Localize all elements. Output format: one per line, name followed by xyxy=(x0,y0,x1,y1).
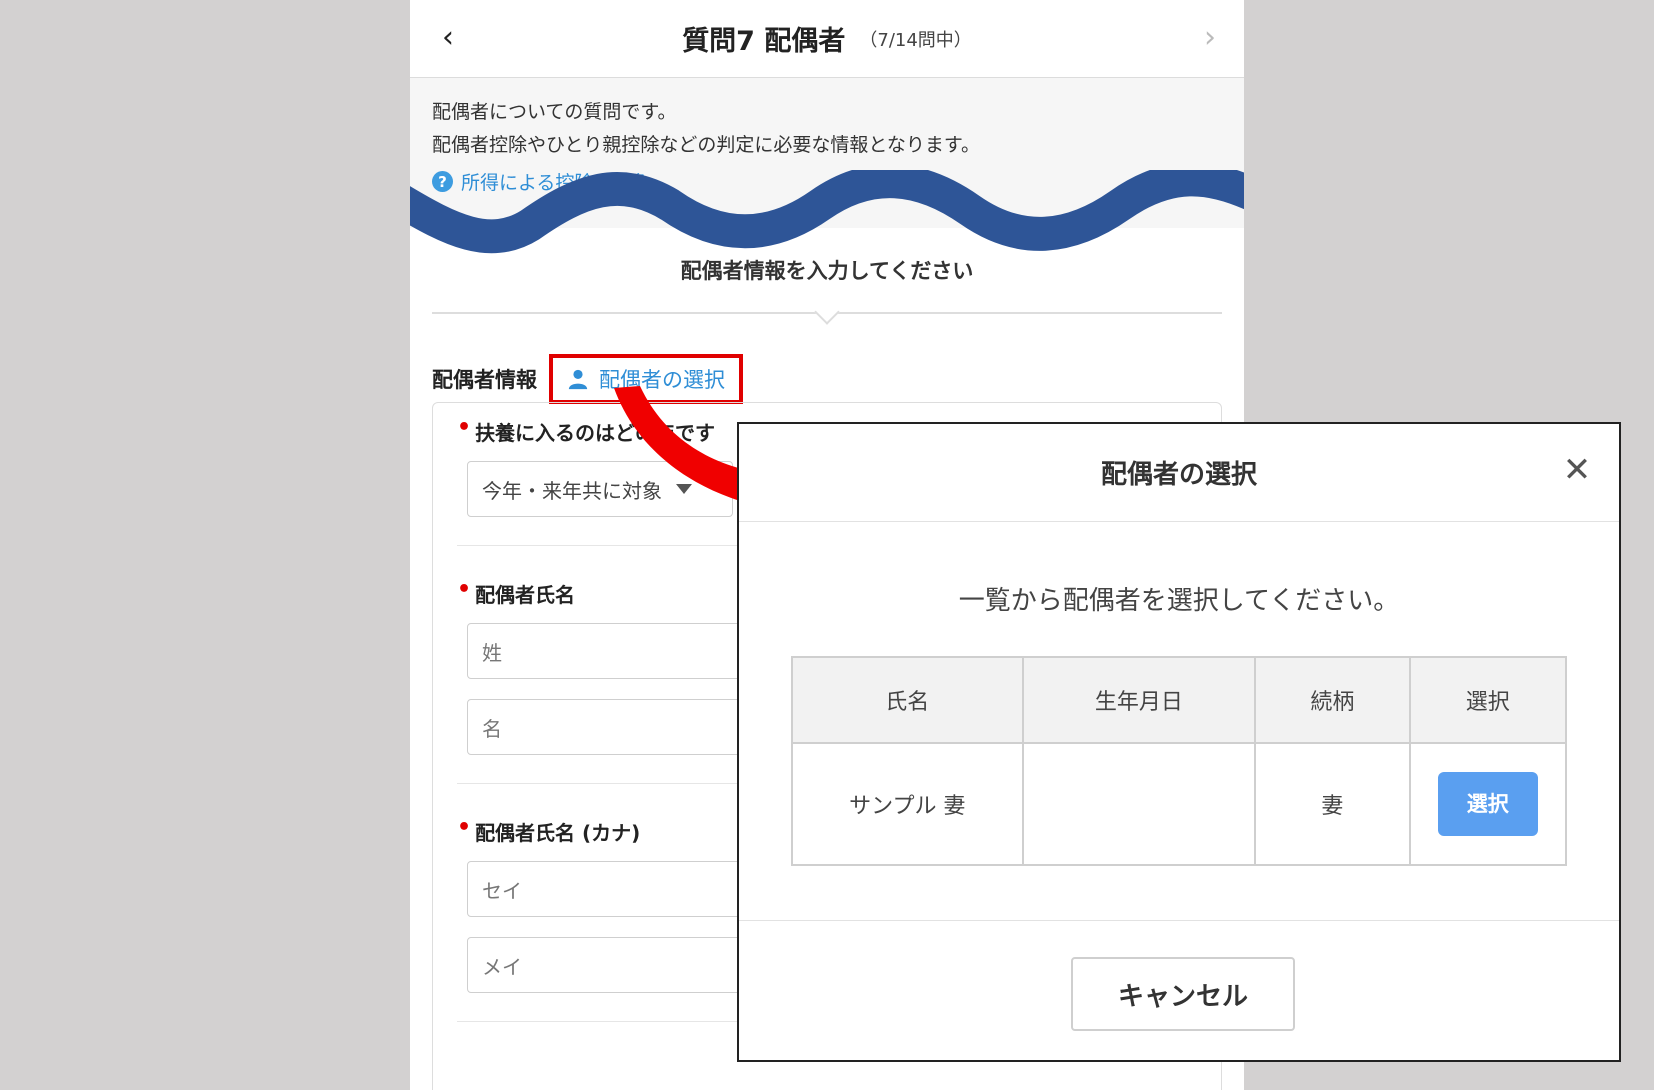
spouse-kana-label: • 配偶者氏名 (カナ) xyxy=(457,815,641,846)
section-title: 配偶者情報を入力してください xyxy=(680,259,974,283)
spouse-name-label: • 配偶者氏名 xyxy=(457,577,576,608)
page-header: ‹ 質問7 配偶者 （7/14問中） › xyxy=(410,0,1244,78)
intro-line-1: 配偶者についての質問です。 xyxy=(432,101,677,123)
user-icon xyxy=(568,369,588,390)
close-icon[interactable]: ✕ xyxy=(1557,450,1597,490)
cell-name: サンプル 妻 xyxy=(791,742,1024,866)
page-title: 質問7 配偶者 xyxy=(682,26,846,57)
col-birthdate: 生年月日 xyxy=(1021,656,1257,744)
required-mark: • xyxy=(457,577,472,602)
cell-relation: 妻 xyxy=(1254,742,1411,866)
cell-select: 選択 xyxy=(1408,742,1568,866)
required-mark: • xyxy=(457,415,472,440)
cancel-button[interactable]: キャンセル xyxy=(1071,957,1295,1031)
col-relation: 続柄 xyxy=(1254,656,1411,744)
intro-line-2: 配偶者控除やひとり親控除などの判定に必要な情報となります。 xyxy=(432,134,980,156)
col-select: 選択 xyxy=(1408,656,1568,744)
spouse-info-label: 配偶者情報 xyxy=(432,368,537,392)
section-notch xyxy=(814,299,840,325)
question-progress: （7/14問中） xyxy=(859,29,972,51)
modal-footer: キャンセル xyxy=(739,920,1619,1060)
modal-title: 配偶者の選択 xyxy=(1100,460,1257,490)
table-row: サンプル 妻 妻 選択 xyxy=(791,742,1568,866)
spouse-name-label-text: 配偶者氏名 xyxy=(475,583,576,607)
cell-birthdate xyxy=(1021,742,1257,866)
required-mark: • xyxy=(457,815,472,840)
forward-chevron-icon[interactable]: › xyxy=(1190,18,1230,58)
spouse-table: 氏名 生年月日 続柄 選択 サンプル 妻 妻 選択 xyxy=(791,656,1568,866)
back-chevron-icon[interactable]: ‹ xyxy=(428,18,468,58)
col-name: 氏名 xyxy=(791,656,1024,744)
modal-header: 配偶者の選択 ✕ xyxy=(739,424,1619,522)
modal-message: 一覧から配偶者を選択してください。 xyxy=(958,586,1400,616)
select-row-button[interactable]: 選択 xyxy=(1437,772,1538,836)
table-header-row: 氏名 生年月日 続柄 選択 xyxy=(791,656,1568,744)
spouse-kana-label-text: 配偶者氏名 (カナ) xyxy=(475,821,641,845)
select-spouse-modal: 配偶者の選択 ✕ 一覧から配偶者を選択してください。 氏名 生年月日 続柄 選択… xyxy=(737,422,1621,1062)
